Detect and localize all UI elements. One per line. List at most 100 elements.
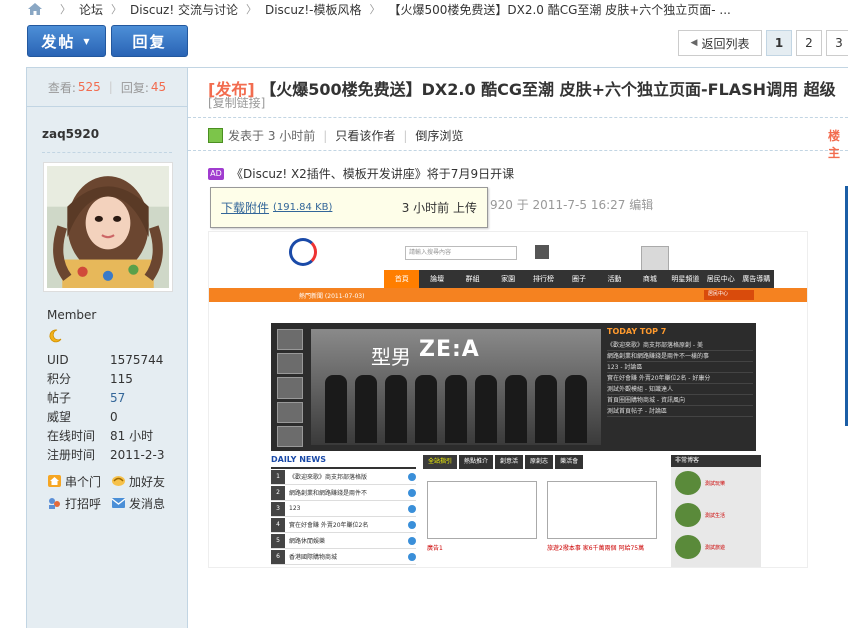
attachment-image[interactable]: 請輸入搜尋內容 首頁 論壇 群組 家園 排行榜 圈子 活動 商城 明星頻道 居民…	[208, 231, 808, 568]
breadcrumb-template-style[interactable]: Discuz!-模板风格	[265, 1, 361, 18]
page-3-button[interactable]: 3	[826, 30, 848, 56]
shot-top7-row: 測試首頁帖子 - 討論區	[607, 406, 753, 417]
profile-value: 0	[110, 409, 118, 424]
house-icon	[48, 475, 61, 487]
shot-daily-row: 《歡迎來歌》商支邦部落格版	[289, 474, 368, 481]
attachment-size: (191.84 KB)	[273, 202, 333, 213]
shot-nav-item: 廣告導購	[742, 275, 771, 283]
chevron-right-icon: 〉	[111, 3, 123, 16]
shot-top7-row: 測試外觀模組 - 知識達人	[607, 384, 753, 395]
shot-top7-row: 網路創業和網路賺錢是兩件不一樣的事	[607, 351, 753, 362]
copy-link[interactable]: [复制链接]	[208, 94, 265, 111]
replies-label: 回复:	[120, 80, 149, 95]
shot-daily-title: DAILY NEWS	[271, 455, 416, 469]
meta-divider: |	[403, 128, 408, 143]
caret-down-icon: ▼	[83, 36, 92, 46]
breadcrumb-thread[interactable]: 【火爆500楼免费送】DX2.0 酷CG至潮 皮肤+六个独立页面- ...	[388, 1, 730, 18]
send-message-button[interactable]: 发消息	[111, 495, 175, 512]
post-meta: 发表于 3 小时前 | 只看该作者 | 倒序浏览	[208, 127, 463, 144]
shot-nav-item: 明星頻道	[671, 275, 700, 283]
shot-nav-item: 排行榜	[533, 275, 555, 283]
shot-nav-item: 群組	[465, 275, 480, 283]
views-label: 查看:	[47, 80, 76, 95]
shot-nav: 首頁 論壇 群組 家園 排行榜 圈子 活動 商城 明星頻道 居民中心 廣告導購	[384, 270, 774, 288]
back-to-list-button[interactable]: ◀ 返回列表	[678, 30, 762, 56]
author-actions: 串个门 加好友 打招呼 发消息	[47, 470, 175, 514]
shot-mid-tab: 熱點推介	[459, 455, 494, 469]
home-icon[interactable]	[28, 3, 42, 15]
attachment-upload-time: 3 小时前 上传	[401, 201, 477, 215]
ad-link[interactable]: 《Discuz! X2插件、模板开发讲座》将于7月9日开课	[231, 165, 514, 182]
shot-banner-cn: 型男	[371, 345, 411, 369]
shot-blog-row: 測試旅遊	[705, 544, 726, 551]
chevron-left-icon: ◀	[690, 38, 698, 48]
visit-label: 串个门	[65, 474, 102, 489]
profile-key: 注册时间	[47, 448, 96, 462]
shot-header: 請輸入搜尋內容	[209, 232, 807, 274]
shot-mid-box	[427, 481, 537, 539]
chevron-right-icon: 〉	[245, 3, 257, 16]
shot-nav-item: 論壇	[430, 275, 445, 283]
site-logo	[289, 238, 317, 266]
posted-time: 3 小时前	[267, 129, 316, 143]
shot-daily-row: 123	[289, 505, 301, 512]
profile-key: 威望	[47, 410, 72, 424]
stats-divider: |	[108, 80, 113, 94]
avatar[interactable]	[43, 162, 173, 292]
breadcrumb-forum[interactable]: 论坛	[79, 1, 103, 18]
shot-daily-row: 網路休閒娛樂	[289, 538, 326, 545]
shot-mid-tab: 全站指引	[423, 455, 458, 469]
shot-banner-title: ZE:A	[419, 337, 480, 362]
views-count: 525	[77, 80, 101, 94]
author-name[interactable]: zaq5920	[42, 127, 99, 141]
shot-blog-row: 測試生活	[705, 512, 726, 519]
shot-daily-row: 網路創業和網路賺錢是兩件不	[289, 490, 368, 497]
profile-posts-link[interactable]: 57	[110, 391, 125, 405]
shot-mid-tab: 原創志	[525, 455, 554, 469]
reply-button[interactable]: 回复	[111, 25, 188, 57]
moon-icon	[49, 329, 62, 343]
visit-button[interactable]: 串个门	[47, 473, 111, 490]
shot-nav-item: 首頁	[384, 270, 420, 288]
shot-nav-item: 商城	[642, 275, 657, 283]
shot-mid-column: 全站指引 熱點推介 創意活 原創志 樂活會 廣告1 旅遊2撥本事 家6千萬兩個 …	[423, 455, 663, 567]
profile-value: 2011-2-3	[110, 447, 165, 462]
profile-row-online: 在线时间 81 小时	[47, 426, 164, 445]
shot-top7-row: 首頁圈圈購物商城 - 資訊風向	[607, 395, 753, 406]
page-2-button[interactable]: 2	[796, 30, 822, 56]
profile-row-posts: 帖子 57	[47, 388, 164, 407]
profile-key: UID	[47, 352, 69, 367]
shot-search-box: 請輸入搜尋內容	[405, 246, 517, 260]
greet-label: 打招呼	[65, 496, 102, 511]
profile-value: 1575744	[110, 352, 164, 367]
add-friend-button[interactable]: 加好友	[111, 473, 175, 490]
shot-search-icon	[535, 245, 549, 259]
only-author-link[interactable]: 只看该作者	[335, 127, 395, 144]
pager: ◀ 返回列表 1 2 3	[678, 30, 848, 56]
send-message-label: 发消息	[129, 496, 166, 511]
new-post-label: 发帖	[41, 32, 76, 51]
shot-mid-caption: 旅遊2撥本事 家6千萬兩個 阿給75萬	[547, 545, 645, 552]
download-attachment-link[interactable]: 下载附件	[221, 199, 269, 216]
thread-stats: 查看: 525 | 回复: 45	[27, 68, 187, 107]
shot-top7-row: 《歡迎來歌》商支邦部落格原創 - 美	[607, 340, 753, 351]
shot-center-tab: 居民中心	[704, 290, 754, 300]
profile-value: 81 小时	[110, 429, 154, 443]
greet-button[interactable]: 打招呼	[47, 495, 111, 512]
shot-banner-image: 型男 ZE:A	[311, 329, 601, 445]
reverse-order-link[interactable]: 倒序浏览	[415, 127, 463, 144]
shot-blog-row: 測試玩樂	[705, 480, 726, 487]
add-friend-label: 加好友	[129, 474, 166, 489]
breadcrumb-discuz-talk[interactable]: Discuz! 交流与讨论	[130, 1, 238, 18]
author-sidebar: 查看: 525 | 回复: 45 zaq5920 Member UID 1575…	[26, 68, 188, 628]
shot-top7: TODAY TOP 7 《歡迎來歌》商支邦部落格原創 - 美 網路創業和網路賺錢…	[607, 327, 753, 447]
ad-icon: AD	[208, 167, 224, 180]
posted-label: 发表于	[228, 129, 265, 143]
profile-row-uid: UID 1575744	[47, 350, 164, 369]
new-post-button[interactable]: 发帖 ▼	[27, 25, 106, 57]
page-1-button[interactable]: 1	[766, 30, 792, 56]
profile-key: 在线时间	[47, 429, 96, 443]
shot-daily-news: DAILY NEWS 1 《歡迎來歌》商支邦部落格版 2 網路創業和網路賺錢是兩件不…	[271, 455, 416, 567]
avatar-image	[47, 166, 169, 288]
profile-key: 帖子	[47, 391, 72, 405]
